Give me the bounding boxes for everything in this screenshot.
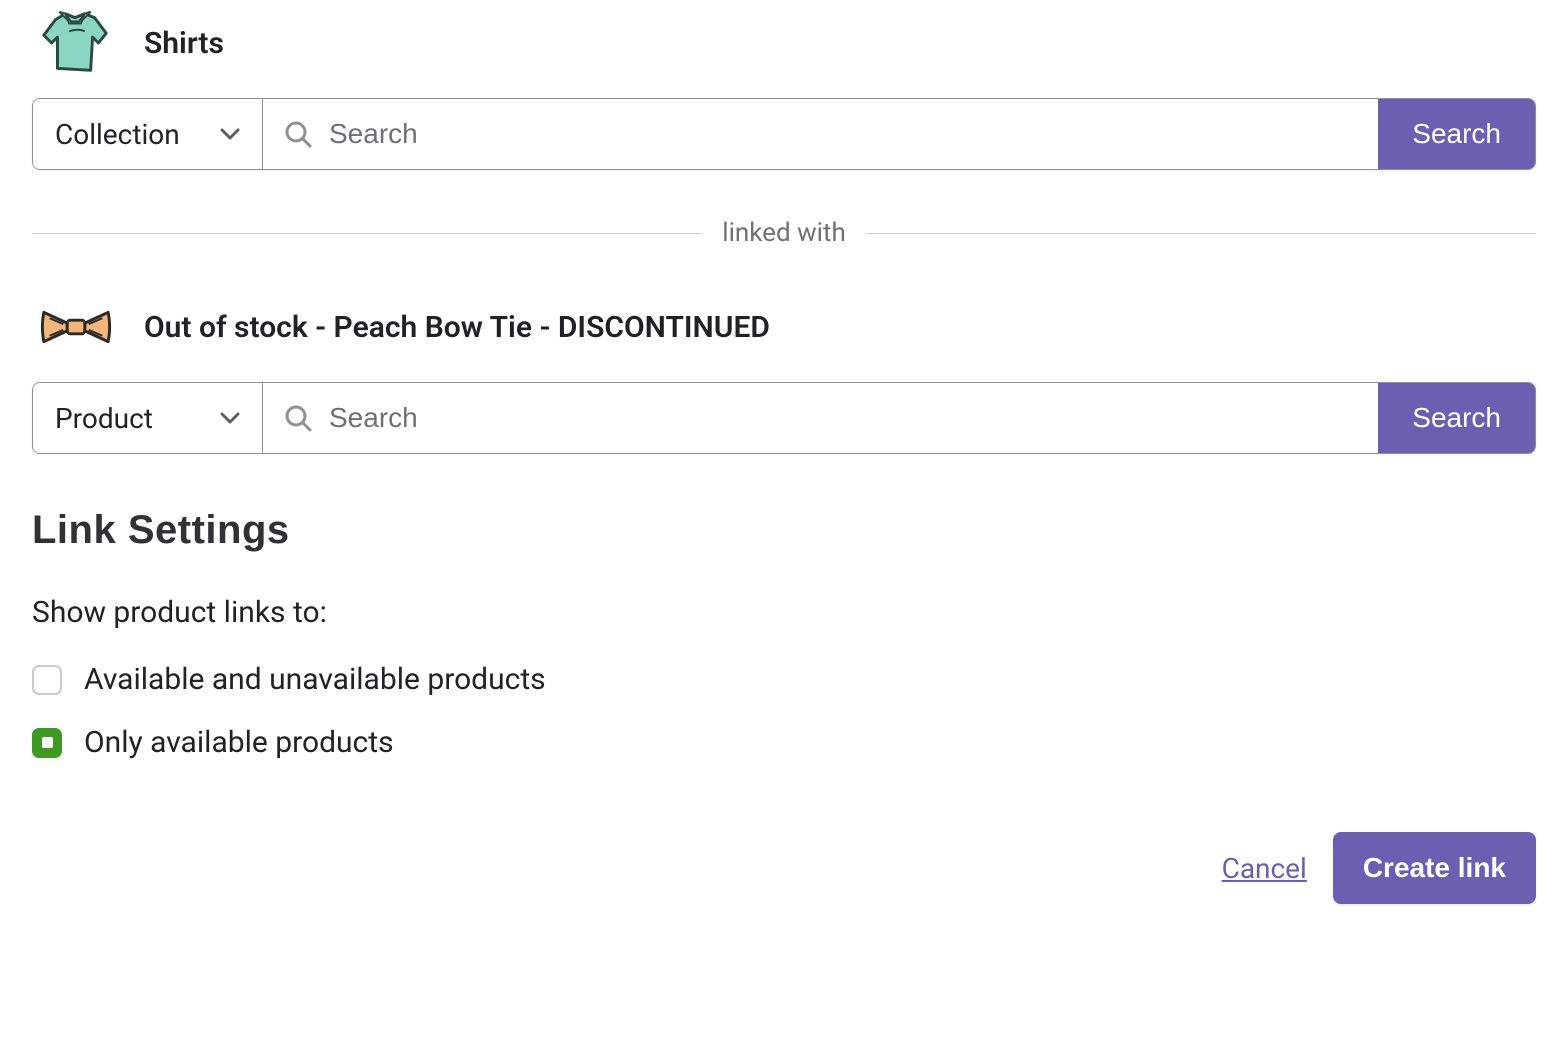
option-all-products-label: Available and unavailable products [84,662,546,697]
target-dropdown-label: Product [55,402,153,435]
divider-text: linked with [722,218,846,248]
option-all-products[interactable]: Available and unavailable products [32,662,1536,697]
source-search-input[interactable] [329,118,1358,150]
target-search-bar: Product Search [32,382,1536,454]
target-title: Out of stock - Peach Bow Tie - DISCONTIN… [144,310,770,345]
source-search-bar: Collection Search [32,98,1536,170]
target-search-input[interactable] [329,402,1358,434]
linked-with-divider: linked with [32,218,1536,248]
source-search-input-wrap [263,99,1378,169]
source-search-button[interactable]: Search [1378,99,1535,169]
show-products-label: Show product links to: [32,595,1536,630]
target-type-dropdown[interactable]: Product [33,383,263,453]
radio-checked-icon [32,728,62,758]
target-search-input-wrap [263,383,1378,453]
divider-line-left [32,233,702,234]
source-dropdown-label: Collection [55,118,180,151]
source-item-row: Shirts [32,0,1536,98]
footer-actions: Cancel Create link [32,832,1536,904]
bowtie-icon [36,292,116,362]
chevron-down-icon [220,127,240,141]
target-search-button[interactable]: Search [1378,383,1535,453]
source-type-dropdown[interactable]: Collection [33,99,263,169]
create-link-button[interactable]: Create link [1333,832,1536,904]
target-item-row: Out of stock - Peach Bow Tie - DISCONTIN… [32,284,1536,382]
link-settings-heading: Link Settings [32,508,1536,553]
divider-line-right [866,233,1536,234]
option-available-only[interactable]: Only available products [32,725,1536,760]
cancel-button[interactable]: Cancel [1222,852,1307,885]
radio-dot [42,737,53,748]
radio-unchecked-icon [32,665,62,695]
search-icon [283,119,313,149]
source-title: Shirts [144,26,224,61]
option-available-only-label: Only available products [84,725,394,760]
chevron-down-icon [220,411,240,425]
search-icon [283,403,313,433]
shirt-icon [36,8,116,78]
